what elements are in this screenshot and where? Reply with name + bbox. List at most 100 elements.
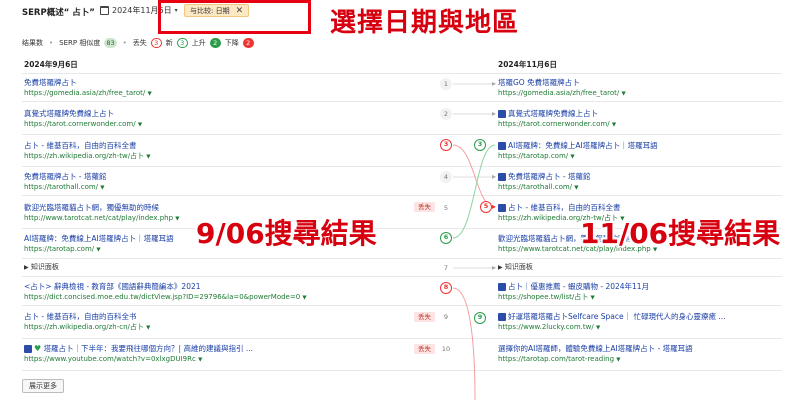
left-result-10[interactable]: ♥ 塔羅占卜｜下半年：我要飛往哪個方向？| 高維的建議與指引 ... https…	[24, 343, 414, 377]
result-url[interactable]: https://tarot.cornerwonder.com/ ▼	[24, 119, 424, 130]
left-column-date: 2024年9月6日	[24, 60, 78, 69]
right-column-date: 2024年11月6日	[498, 60, 558, 69]
result-title[interactable]: 占卜 - 維基百科，自由的百科全书	[24, 311, 414, 322]
page-title: SERP概述“ 占卜”	[22, 8, 95, 18]
results-label: 结果数	[22, 39, 43, 47]
right-result-9[interactable]: 好運塔羅塔羅占卜Selfcare Space｜ 忙碌現代人的身心靈療癒 ... …	[498, 311, 788, 345]
left-result-3[interactable]: 占卜 - 維基百科，自由的百科全書 https://zh.wikipedia.o…	[24, 140, 424, 174]
divider	[22, 73, 782, 74]
highlight-box	[158, 0, 311, 34]
result-title[interactable]: <占卜> 辭典檢視 - 教育部《國語辭典簡編本》2021	[24, 281, 434, 292]
right-result-8[interactable]: 占卜｜優惠推薦 - 蝦皮購物 - 2024年11月 https://shopee…	[498, 281, 788, 315]
result-title[interactable]: 塔羅GO 免費塔羅牌占卜	[498, 77, 788, 88]
rank-badge: 5	[443, 204, 449, 212]
show-more-button[interactable]: 展示更多	[22, 379, 64, 393]
right-result-1[interactable]: 塔羅GO 免費塔羅牌占卜 https://gomedia.asia/zh/fre…	[498, 77, 788, 111]
result-url[interactable]: https://dict.concised.moe.edu.tw/dictVie…	[24, 292, 434, 303]
right-result-2[interactable]: 真覺式塔羅牌免費線上占卜 https://tarot.cornerwonder.…	[498, 108, 788, 142]
lost-tag: 丢失	[414, 202, 435, 212]
arrow-right-icon: ▸	[492, 109, 497, 118]
result-title[interactable]: 好運塔羅塔羅占卜Selfcare Space｜ 忙碌現代人的身心靈療癒 ...	[498, 311, 788, 322]
result-url[interactable]: https://shopee.tw/list/占卜 ▼	[498, 292, 788, 303]
left-result-4[interactable]: 免費塔羅牌占卜 - 塔蘿館 https://tarothall.com/ ▼	[24, 171, 424, 205]
similarity-badge: 83	[104, 38, 117, 48]
annotation-right: 11/06搜尋結果	[580, 217, 781, 250]
result-url[interactable]: https://www.2lucky.com.tw/ ▼	[498, 322, 788, 333]
stats-row: 结果数 • SERP 相似度 83 • 丢失 3 新 3 上升 2 下降 2	[22, 37, 254, 49]
result-url[interactable]: https://tarotap.com/ ▼	[498, 151, 788, 162]
down-badge: 2	[242, 38, 254, 48]
result-title[interactable]: AI塔羅牌：免費線上AI塔羅牌占卜｜塔羅耳語	[498, 140, 788, 151]
rank-badge-current: 5	[480, 201, 492, 213]
result-title[interactable]: 占卜｜優惠推薦 - 蝦皮購物 - 2024年11月	[498, 281, 788, 292]
calendar-icon	[100, 6, 109, 15]
right-result-3[interactable]: AI塔羅牌：免費線上AI塔羅牌占卜｜塔羅耳語 https://tarotap.c…	[498, 140, 788, 174]
connector-line	[452, 144, 496, 239]
knowledge-panel-label[interactable]: ▶ 知识面板	[24, 262, 224, 273]
right-result-10[interactable]: 選擇你的AI塔羅師，體驗免費線上AI塔羅牌占卜 - 塔羅耳語 https://t…	[498, 343, 788, 377]
result-title[interactable]: 占卜 - 維基百科，自由的百科全書	[24, 140, 424, 151]
down-label: 下降	[224, 39, 239, 47]
similarity-label: SERP 相似度	[59, 39, 101, 47]
knowledge-panel-label[interactable]: ▶ 知识面板	[498, 262, 698, 273]
arrow-right-icon: ▸	[492, 202, 497, 211]
lost-tag: 丢失	[414, 344, 435, 354]
result-title[interactable]: 免費塔羅牌占卜 - 塔蘿館	[24, 171, 424, 182]
image-icon	[498, 204, 506, 212]
rank-badge: 4	[440, 171, 452, 183]
image-icon	[498, 173, 506, 181]
rank-badge: 1	[440, 78, 452, 90]
result-url[interactable]: https://tarothall.com/ ▼	[24, 182, 424, 193]
separator: •	[122, 39, 127, 47]
rank-badge-current: 9	[474, 312, 486, 324]
rank-badge: 7	[443, 264, 449, 272]
image-icon	[498, 142, 506, 150]
result-title[interactable]: 真覺式塔羅牌免費線上占卜	[24, 108, 424, 119]
left-result-9[interactable]: 占卜 - 維基百科，自由的百科全书 https://zh.wikipedia.o…	[24, 311, 414, 345]
result-url[interactable]: https://gomedia.asia/zh/free_tarot/ ▼	[498, 88, 788, 99]
rank-badge: 2	[440, 108, 452, 120]
result-url[interactable]: https://tarot.cornerwonder.com/ ▼	[498, 119, 788, 130]
connector-line	[452, 144, 496, 208]
new-label: 新	[165, 39, 173, 47]
image-icon	[24, 345, 32, 353]
left-result-1[interactable]: 免費塔羅牌占卜 https://gomedia.asia/zh/free_tar…	[24, 77, 424, 111]
right-result-4[interactable]: 免費塔羅牌占卜 - 塔蘿館 https://tarothall.com/ ▼	[498, 171, 788, 205]
annotation-left: 9/06搜尋結果	[196, 217, 377, 250]
image-icon	[498, 283, 506, 291]
result-title[interactable]: 免費塔羅牌占卜 - 塔蘿館	[498, 171, 788, 182]
left-knowledge-panel[interactable]: ▶ 知识面板	[24, 262, 224, 274]
divider	[22, 276, 782, 277]
heart-icon: ♥	[34, 344, 42, 353]
left-result-8[interactable]: <占卜> 辭典檢視 - 教育部《國語辭典簡編本》2021 https://dic…	[24, 281, 434, 315]
rank-badge-current: 3	[474, 139, 486, 151]
left-result-2[interactable]: 真覺式塔羅牌免費線上占卜 https://tarot.cornerwonder.…	[24, 108, 424, 142]
rank-badge: 9	[443, 313, 449, 321]
separator: •	[49, 39, 54, 47]
image-icon	[498, 313, 506, 321]
result-title[interactable]: ♥ 塔羅占卜｜下半年：我要飛往哪個方向？| 高維的建議與指引 ...	[24, 343, 414, 354]
image-icon	[498, 110, 506, 118]
lost-label: 丢失	[132, 39, 147, 47]
arrow-right-icon: ▸	[492, 263, 497, 272]
result-url[interactable]: https://zh.wikipedia.org/zh-cn/占卜 ▼	[24, 322, 414, 333]
lost-tag: 丢失	[414, 312, 435, 322]
rank-badge: 6	[440, 232, 452, 244]
rank-badge: 8	[440, 282, 452, 294]
rank-badge: 3	[440, 139, 452, 151]
lost-badge: 3	[150, 38, 162, 48]
result-title[interactable]: 選擇你的AI塔羅師，體驗免費線上AI塔羅牌占卜 - 塔羅耳語	[498, 343, 788, 354]
result-url[interactable]: https://www.youtube.com/watch?v=0xlxgDUI…	[24, 354, 414, 365]
right-knowledge-panel[interactable]: ▶ 知识面板	[498, 262, 698, 274]
result-url[interactable]: https://gomedia.asia/zh/free_tarot/ ▼	[24, 88, 424, 99]
result-title[interactable]: 真覺式塔羅牌免費線上占卜	[498, 108, 788, 119]
result-url[interactable]: https://tarotap.com/tarot-reading ▼	[498, 354, 788, 365]
result-url[interactable]: https://zh.wikipedia.org/zh-tw/占卜 ▼	[24, 151, 424, 162]
new-badge: 3	[176, 38, 188, 48]
up-badge: 2	[209, 38, 221, 48]
chevron-right-icon: ▶	[24, 264, 29, 271]
result-title[interactable]: 免費塔羅牌占卜	[24, 77, 424, 88]
annotation-select-date: 選擇日期與地區	[330, 8, 520, 38]
result-url[interactable]: https://tarothall.com/ ▼	[498, 182, 788, 193]
chevron-right-icon: ▶	[498, 264, 503, 271]
